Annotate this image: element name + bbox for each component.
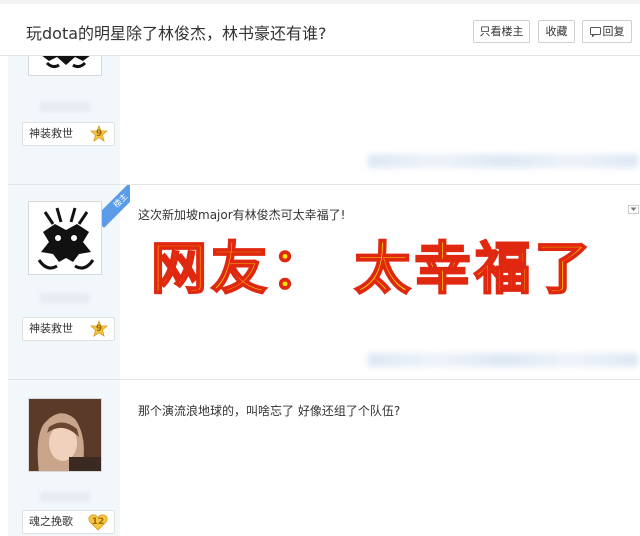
- username: 神装救世: [29, 322, 73, 335]
- favorite-label: 收藏: [545, 25, 568, 38]
- thread-header: 玩dota的明星除了林俊杰，林书豪还有谁? 只看楼主 收藏 回复: [0, 0, 640, 56]
- overlay-caption: 网友： 太幸福了: [150, 235, 595, 303]
- user-badge[interactable]: 神装救世 9: [22, 122, 115, 146]
- caret-down-icon: [630, 207, 637, 211]
- avatar[interactable]: [28, 56, 102, 76]
- username-blurred: [40, 492, 90, 502]
- only-op-button[interactable]: 只看楼主: [473, 20, 530, 43]
- comment-icon: [589, 23, 601, 44]
- username-blurred: [40, 102, 90, 112]
- blurred-post-meta: [368, 353, 638, 367]
- level-badge: 12: [88, 513, 108, 531]
- user-badge[interactable]: 神装救世 9: [22, 317, 115, 341]
- top-edge: [0, 0, 640, 4]
- username: 神装救世: [29, 127, 73, 140]
- avatar[interactable]: [28, 398, 102, 472]
- beast-avatar-icon: [37, 207, 95, 270]
- level-badge: 9: [89, 124, 109, 143]
- level-number: 9: [95, 324, 103, 334]
- reply-button[interactable]: 回复: [582, 20, 632, 43]
- username-blurred: [40, 293, 90, 303]
- favorite-button[interactable]: 收藏: [538, 20, 575, 43]
- photo-avatar-icon: [29, 399, 101, 471]
- avatar[interactable]: [28, 201, 102, 275]
- post-content: 那个演流浪地球的，叫啥忘了 好像还组了个队伍?: [138, 404, 401, 418]
- post-menu-button[interactable]: [628, 205, 639, 214]
- post-content: 这次新加坡major有林俊杰可太幸福了!: [138, 208, 346, 222]
- user-badge[interactable]: 魂之挽歌 12: [22, 510, 115, 534]
- level-number: 12: [91, 517, 105, 527]
- username: 魂之挽歌: [29, 515, 73, 528]
- only-op-label: 只看楼主: [479, 25, 524, 38]
- post-item: 魂之挽歌 12 那个演流浪地球的，叫啥忘了 好像还组了个队伍?: [8, 380, 640, 536]
- blurred-post-meta: [368, 154, 638, 168]
- post-item: 神装救世 9: [8, 56, 640, 184]
- reply-label: 回复: [602, 25, 625, 38]
- beast-avatar-icon: [42, 56, 90, 69]
- level-number: 9: [95, 129, 103, 139]
- level-badge: 9: [89, 319, 109, 338]
- thread-title: 玩dota的明星除了林俊杰，林书豪还有谁?: [26, 24, 327, 43]
